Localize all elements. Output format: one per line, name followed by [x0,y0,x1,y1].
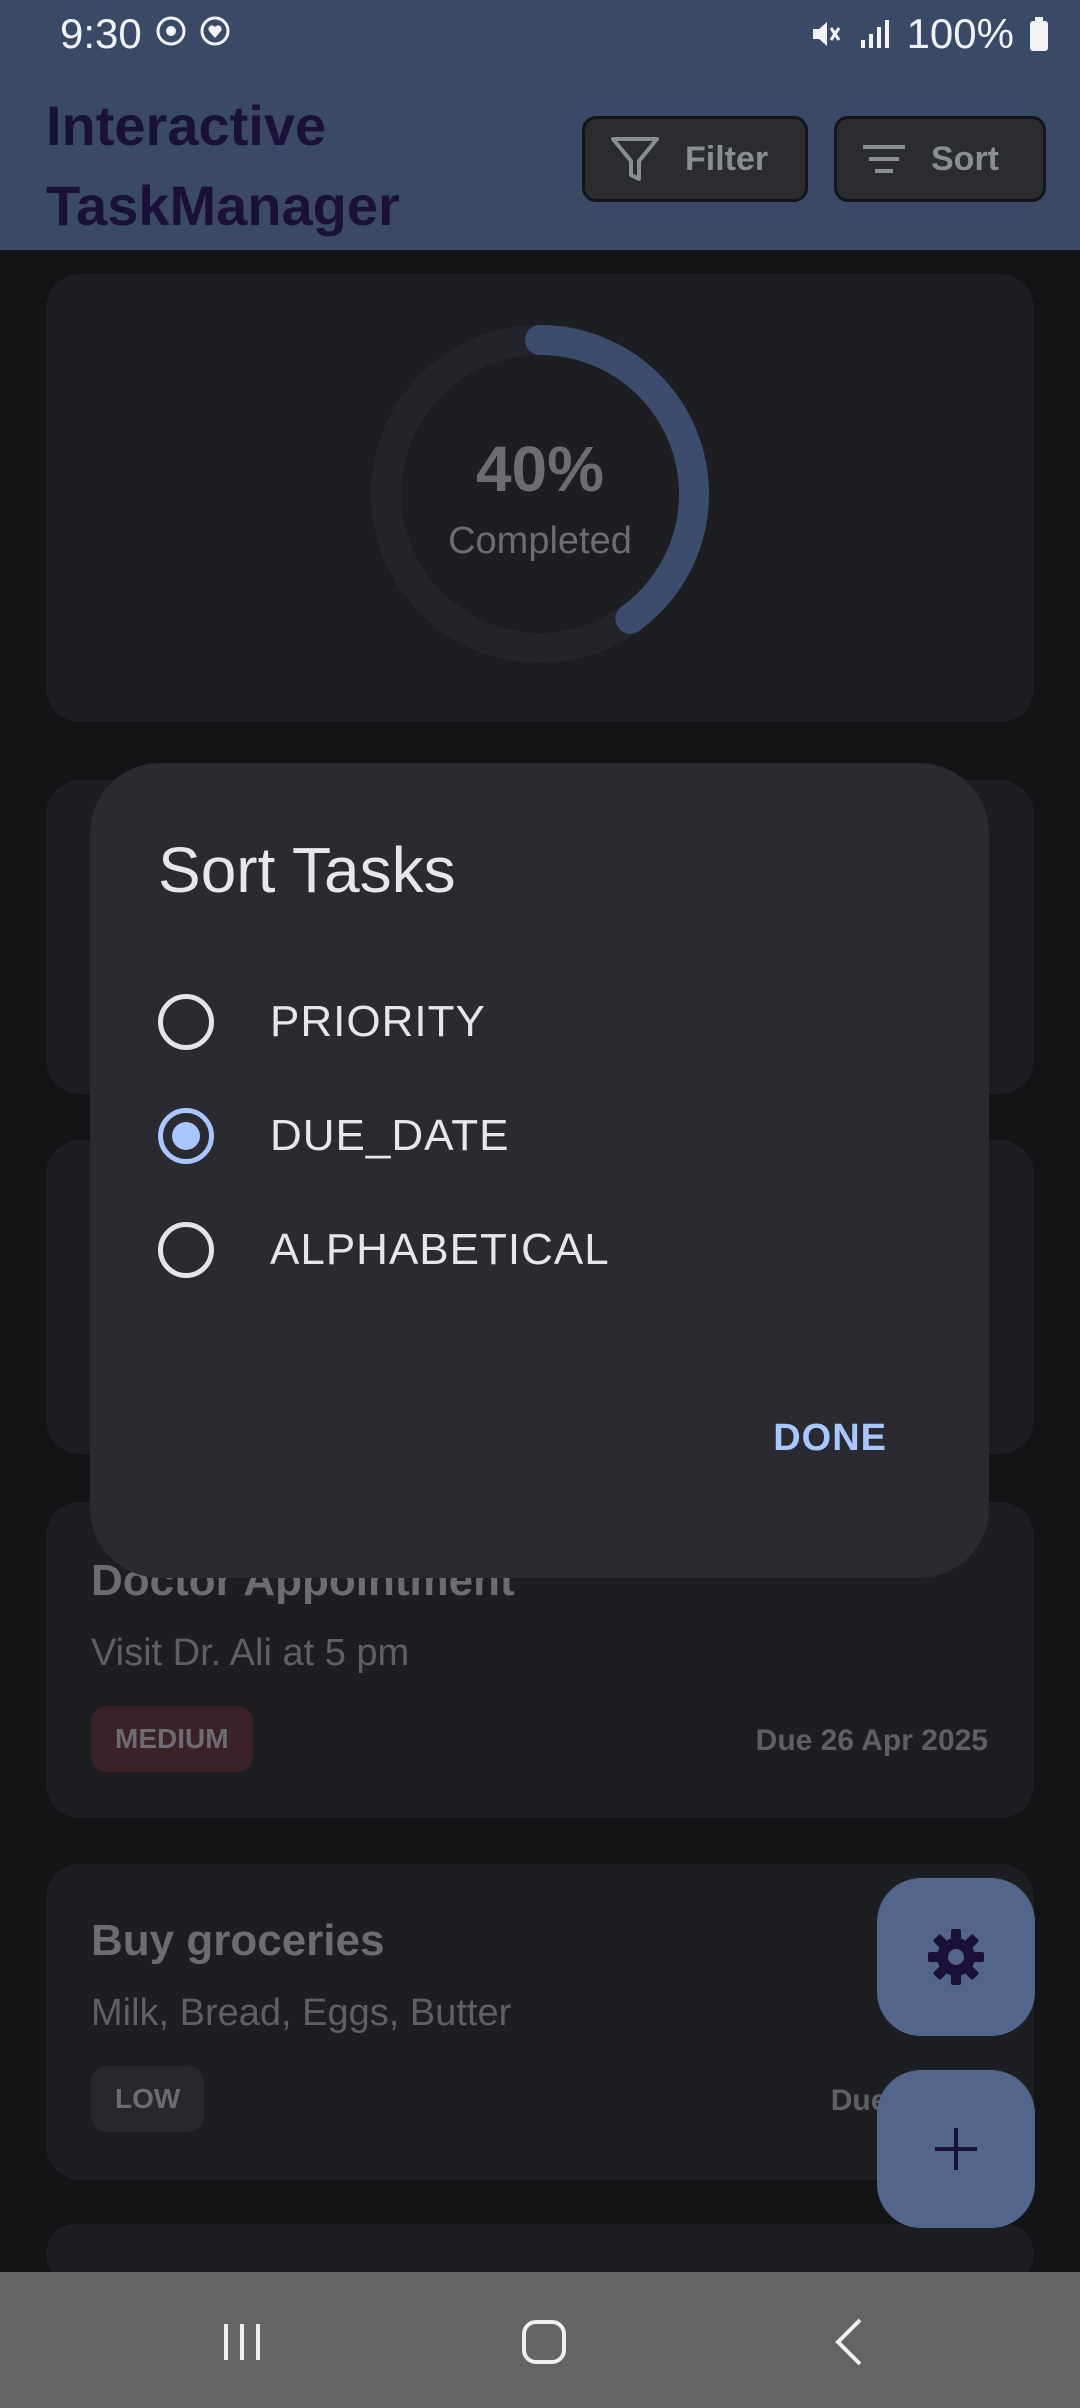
sort-dialog: Sort Tasks PRIORITY DUE_DATE ALPHABETICA… [90,763,989,1578]
status-time: 9:30 [60,10,142,57]
radio-button[interactable] [158,994,214,1050]
filter-button[interactable]: Filter [582,116,808,202]
sort-option-due-date[interactable]: DUE_DATE [158,1091,858,1181]
sort-label: Sort [931,139,999,178]
navigation-bar [0,2272,1080,2408]
recent-apps-icon [224,2324,260,2360]
sort-button[interactable]: Sort [834,116,1046,202]
radio-button-selected[interactable] [158,1108,214,1164]
option-label: ALPHABETICAL [270,1225,610,1274]
done-button[interactable]: DONE [773,1417,887,1460]
sort-option-alphabetical[interactable]: ALPHABETICAL [158,1205,858,1295]
back-button[interactable] [820,2312,880,2372]
dialog-title: Sort Tasks [158,834,456,906]
battery-percent: 100% [906,10,1014,57]
signal-icon [860,20,889,48]
radio-button[interactable] [158,1222,214,1278]
app-title: Interactive TaskManager [46,94,400,237]
recent-apps-button[interactable] [212,2312,272,2372]
battery-icon [1030,17,1048,51]
sort-icon [863,145,905,173]
back-icon [835,2318,862,2366]
mute-icon [812,22,840,46]
sort-option-priority[interactable]: PRIORITY [158,977,858,1067]
home-icon [522,2320,566,2364]
filter-icon [611,137,659,181]
app-bar: Interactive TaskManager Filter Sort [0,70,1080,250]
option-label: PRIORITY [270,997,486,1046]
heart-icon [200,16,230,46]
sync-icon [156,16,186,46]
option-label: DUE_DATE [270,1111,510,1160]
filter-label: Filter [685,139,769,178]
status-bar: 9:30 100% [0,0,1080,70]
home-button[interactable] [514,2312,574,2372]
